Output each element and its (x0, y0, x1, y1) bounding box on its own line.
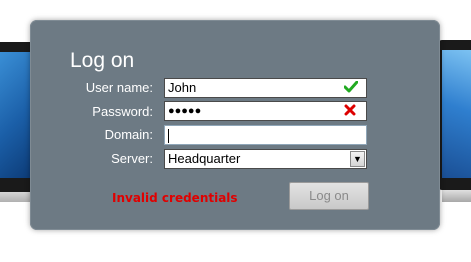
error-message: Invalid credentials (112, 191, 238, 205)
server-selected-value: Headquarter (168, 151, 241, 166)
server-label: Server: (111, 151, 153, 166)
background-monitor-right (438, 40, 471, 202)
monitor-stand (442, 190, 471, 202)
password-label: Password: (92, 104, 153, 119)
domain-field[interactable] (164, 125, 367, 145)
password-field[interactable]: ●●●●● (164, 101, 367, 121)
check-icon (344, 81, 358, 93)
monitor-screen (442, 50, 471, 178)
server-select[interactable]: Headquarter ▼ (164, 149, 367, 169)
username-field[interactable]: John (164, 78, 367, 98)
dropdown-arrow-icon[interactable]: ▼ (350, 151, 365, 167)
logon-button[interactable]: Log on (289, 182, 369, 210)
text-caret (168, 128, 169, 143)
x-icon (344, 104, 356, 116)
domain-label: Domain: (104, 127, 153, 142)
dialog-title: Log on (70, 49, 135, 72)
monitor-screen (0, 52, 30, 178)
username-label: User name: (85, 80, 153, 95)
